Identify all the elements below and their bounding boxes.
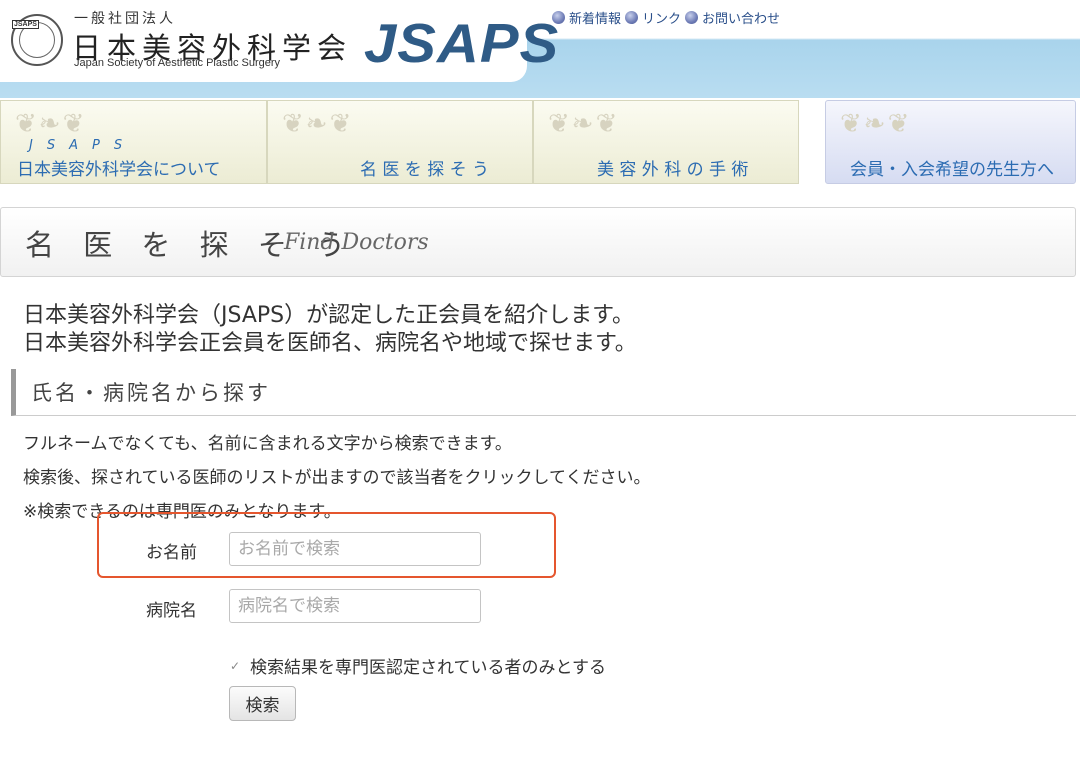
bullet-icon	[685, 11, 699, 24]
news-link[interactable]: 新着情報	[552, 8, 621, 27]
page-title-english: Find Doctors	[284, 230, 429, 255]
nav-about-sub: JSAPS	[29, 138, 137, 153]
site-logo[interactable]: JSAPS 一般社団法人 日本美容外科学会 Japan Society of A…	[0, 0, 558, 82]
specialist-only-option: ✓ 検索結果を専門医認定されている者のみとする	[230, 653, 606, 678]
search-section-heading: 氏名・病院名から探す	[11, 369, 1076, 416]
specialist-only-label: 検索結果を専門医認定されている者のみとする	[250, 658, 606, 678]
bullet-icon	[552, 11, 565, 24]
page-heading: 名 医 を 探 そ う Find Doctors	[0, 207, 1076, 277]
nav-item-surgery-label: 美 容 外 科 の 手 術	[597, 160, 749, 180]
specialist-only-checkbox[interactable]: ✓	[230, 660, 242, 672]
news-link-label: 新着情報	[569, 12, 622, 27]
nav-item-find-doctors[interactable]: ❦❧❦ 名 医 を 探 そ う	[267, 100, 533, 184]
brand-logo-text: JSAPS	[364, 12, 560, 75]
search-button[interactable]: 検索	[229, 686, 296, 721]
links-link-label: リンク	[642, 12, 682, 27]
ornament-icon: ❦❧❦	[840, 109, 912, 139]
contact-link[interactable]: お問い合わせ	[685, 8, 780, 27]
name-search-input[interactable]	[229, 532, 481, 566]
intro-line-1: 日本美容外科学会（JSAPS）が認定した正会員を紹介します。	[23, 303, 634, 328]
intro-line-2: 日本美容外科学会正会員を医師名、病院名や地域で探せます。	[23, 331, 637, 356]
ornament-icon: ❦❧❦	[548, 109, 620, 139]
top-links: 新着情報 リンク お問い合わせ	[552, 8, 784, 27]
nav-item-members[interactable]: ❦❧❦ 会員・入会希望の先生方へ	[825, 100, 1076, 184]
hospital-label: 病院名	[146, 601, 197, 621]
search-note: ※検索できるのは専門医のみとなります。	[23, 502, 341, 522]
org-english-name: Japan Society of Aesthetic Plastic Surge…	[74, 57, 281, 69]
intro-text: 日本美容外科学会（JSAPS）が認定した正会員を紹介します。 日本美容外科学会正…	[23, 302, 637, 358]
ornament-icon: ❦❧❦	[282, 109, 354, 139]
hospital-search-input[interactable]	[229, 589, 481, 623]
ornament-icon: ❦❧❦	[15, 109, 87, 139]
nav-item-about[interactable]: ❦❧❦ JSAPS 日本美容外科学会について	[0, 100, 267, 184]
name-label: お名前	[146, 543, 197, 563]
nav-item-about-label: 日本美容外科学会について	[17, 160, 221, 180]
bullet-icon	[625, 11, 639, 24]
nav-item-members-label: 会員・入会希望の先生方へ	[850, 160, 1054, 180]
contact-link-label: お問い合わせ	[702, 12, 781, 27]
search-description-1: フルネームでなくても、名前に含まれる文字から検索できます。	[23, 434, 512, 454]
links-link[interactable]: リンク	[625, 8, 681, 27]
nav-item-find-label: 名 医 を 探 そ う	[360, 160, 490, 180]
search-description-2: 検索後、探されている医師のリストが出ますので該当者をクリックしてください。	[23, 468, 651, 488]
search-section-title: 氏名・病院名から探す	[31, 381, 271, 405]
seal-text: JSAPS	[12, 20, 39, 29]
nav-item-surgery[interactable]: ❦❧❦ 美 容 外 科 の 手 術	[533, 100, 799, 184]
